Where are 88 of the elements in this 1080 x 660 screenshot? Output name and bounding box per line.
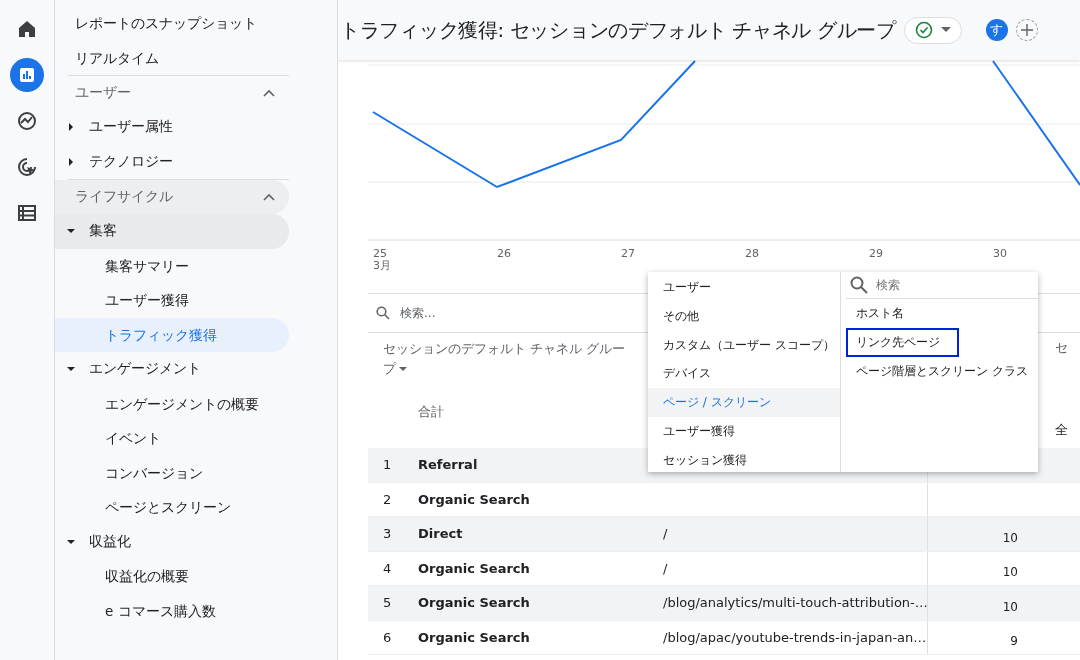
- axis-label: 3月: [373, 259, 391, 272]
- rank-cell-text: 3: [382, 526, 393, 542]
- home-icon: [17, 19, 37, 39]
- table-cell-text: Direct: [418, 526, 464, 542]
- nav-item[interactable]: 集客サマリー: [55, 248, 289, 283]
- list-icon: [17, 203, 37, 223]
- table-cell: /blog/analytics/multi-touch-attribution-…: [650, 586, 928, 620]
- triangle-down-icon: [67, 365, 75, 374]
- cursor-target-icon: [17, 157, 37, 177]
- table-cell-text: Organic Search: [418, 629, 531, 645]
- axis-label: 28: [745, 247, 759, 260]
- nav-link[interactable]: リアルタイム: [55, 40, 159, 75]
- table-cell-text: Organic Search: [418, 560, 531, 576]
- triangle-down-icon: [67, 227, 75, 236]
- page-title: トラフィック獲得: セッションのデフォルト チャネル グループ: [339, 17, 896, 44]
- menu-item[interactable]: その他: [648, 301, 841, 331]
- trend-circle-icon: [17, 111, 37, 131]
- total-label: 合計: [418, 403, 445, 421]
- nav-item[interactable]: 収益化の概要: [55, 559, 289, 594]
- axis-label: 25: [373, 247, 387, 260]
- caret-icon: [399, 367, 407, 372]
- nav-item[interactable]: イベント: [55, 421, 289, 456]
- rank-cell-text: 2: [382, 491, 393, 507]
- nav-group[interactable]: 集客: [55, 214, 289, 249]
- plus-icon: [1020, 24, 1033, 36]
- bar-chart-button[interactable]: [10, 58, 44, 92]
- nav-group[interactable]: 収益化: [55, 524, 289, 559]
- axis-label: 29: [869, 247, 883, 260]
- menu-item[interactable]: ホスト名: [846, 299, 915, 328]
- triangle-right-icon: [67, 157, 75, 166]
- menu-item[interactable]: ユーザー獲得: [648, 417, 841, 446]
- group-label: 収益化: [89, 532, 131, 551]
- group-label: 集客: [89, 222, 117, 241]
- section-label: ライフサイクル: [75, 188, 173, 206]
- menu-item[interactable]: デバイス: [648, 359, 841, 389]
- nav-section-header[interactable]: ユーザー: [55, 76, 289, 110]
- table-cell: /: [650, 517, 928, 551]
- chevron-up-icon: [263, 89, 275, 97]
- search-icon: [850, 276, 869, 294]
- bar-chart-icon: [17, 65, 37, 85]
- nav-item[interactable]: ユーザー獲得: [55, 283, 289, 318]
- table-cell: /blog/apac/youtube-trends-in-japan-an…: [650, 620, 928, 654]
- status-dropdown[interactable]: [903, 16, 962, 44]
- axis-label: 30: [993, 247, 1007, 260]
- rank-cell-text: 6: [382, 629, 393, 645]
- rank-cell-text: 5: [382, 595, 393, 611]
- group-label: テクノロジー: [89, 152, 173, 171]
- menu-item[interactable]: セッション獲得: [648, 445, 841, 472]
- group-label: ユーザー属性: [89, 118, 173, 137]
- axis-label: 26: [497, 247, 511, 260]
- nav-item[interactable]: エンゲージメントの概要: [55, 386, 289, 421]
- table-cell-text: Organic Search: [418, 491, 531, 507]
- table-cell-text: 10: [1001, 598, 1019, 614]
- axis-label: 27: [621, 247, 635, 260]
- table-cell-text: Organic Search: [418, 595, 531, 611]
- table-cell-text: 9: [1009, 633, 1019, 649]
- rank-cell-text: 1: [382, 457, 393, 473]
- table-cell-text: 10: [1001, 564, 1019, 580]
- menu-item[interactable]: カスタム（ユーザー スコープ）: [648, 330, 841, 360]
- table-cell: /: [650, 551, 928, 585]
- triangle-right-icon: [67, 123, 75, 132]
- rank-cell-text: 4: [382, 560, 393, 576]
- nav-section-header[interactable]: ライフサイクル: [55, 180, 289, 214]
- table-cell-text: 10: [1001, 529, 1019, 545]
- section-label: ユーザー: [75, 84, 131, 102]
- menu-item[interactable]: ページ階層とスクリーン クラス: [846, 357, 1038, 386]
- nav-item[interactable]: トラフィック獲得: [55, 317, 289, 352]
- nav-group[interactable]: テクノロジー: [55, 144, 289, 179]
- avatar[interactable]: す: [985, 19, 1008, 41]
- caret-icon: [940, 27, 951, 33]
- menu-item[interactable]: リンク先ページ: [846, 328, 960, 357]
- column-header[interactable]: セ: [1055, 339, 1068, 357]
- nav-item[interactable]: ページとスクリーン: [55, 490, 289, 525]
- table-cell-text: Referral: [418, 457, 479, 473]
- menu-item[interactable]: ユーザー: [648, 273, 841, 302]
- check-circle-icon: [914, 21, 933, 39]
- search-icon: [376, 306, 390, 320]
- column-header[interactable]: セッションのデフォルト チャネル グループ: [383, 339, 633, 379]
- group-label: エンゲージメント: [89, 360, 201, 379]
- triangle-down-icon: [67, 537, 75, 546]
- menu-item[interactable]: ページ / スクリーン: [648, 388, 841, 417]
- nav-item[interactable]: e コマース購入数: [55, 593, 289, 628]
- nav-item[interactable]: コンバージョン: [55, 455, 289, 490]
- total-label: 全: [1055, 421, 1068, 439]
- nav-link[interactable]: レポートのスナップショット: [55, 6, 257, 41]
- nav-group[interactable]: ユーザー属性: [55, 110, 289, 145]
- chevron-up-icon: [263, 193, 275, 201]
- nav-group[interactable]: エンゲージメント: [55, 352, 289, 387]
